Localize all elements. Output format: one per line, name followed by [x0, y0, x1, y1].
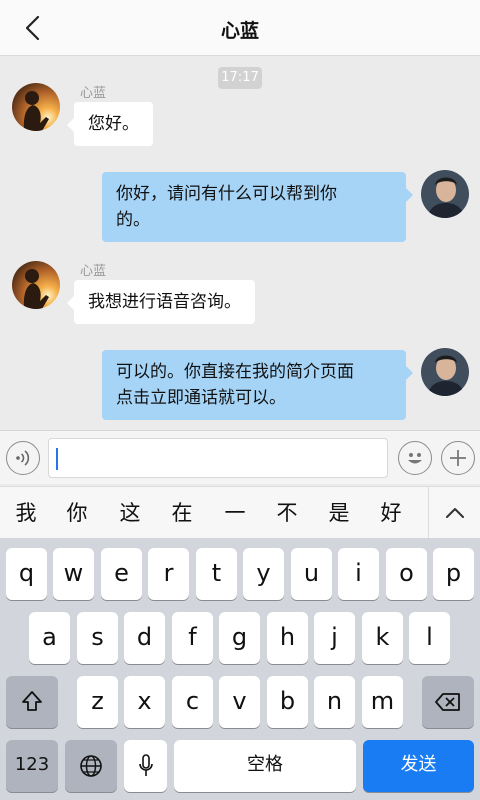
candidate-item[interactable]: 在: [162, 487, 202, 539]
key-o[interactable]: o: [386, 548, 427, 600]
candidate-item[interactable]: 你: [57, 487, 97, 539]
message-text: 你好，请问有什么可以帮到你: [116, 184, 337, 204]
backspace-icon[interactable]: [422, 676, 474, 728]
message-bubble-outgoing[interactable]: 可以的。你直接在我的简介页面 点击立即通话就可以。: [102, 350, 413, 420]
candidate-item[interactable]: 这: [110, 487, 150, 539]
page-title: 心蓝: [220, 20, 259, 42]
key-q[interactable]: q: [6, 548, 47, 600]
keyboard: q w e r t y u i o p a s d f g h j k l z …: [0, 538, 480, 800]
message-bubble-outgoing[interactable]: 你好，请问有什么可以帮到你 的。: [102, 172, 413, 242]
key-k[interactable]: k: [362, 612, 403, 664]
key-f[interactable]: f: [172, 612, 213, 664]
key-s[interactable]: s: [77, 612, 118, 664]
key-a[interactable]: a: [29, 612, 70, 664]
key-r[interactable]: r: [148, 548, 189, 600]
message-text: 的。: [116, 210, 150, 230]
candidate-item[interactable]: 好: [371, 487, 411, 539]
sender-name: 心蓝: [80, 264, 107, 279]
voice-input-icon[interactable]: [6, 441, 40, 475]
message-bubble-incoming[interactable]: 我想进行语音咨询。: [67, 280, 255, 324]
message-input-bar: [0, 430, 480, 484]
key-z[interactable]: z: [77, 676, 118, 728]
key-u[interactable]: u: [291, 548, 332, 600]
candidate-item[interactable]: 是: [319, 487, 359, 539]
key-c[interactable]: c: [172, 676, 213, 728]
numbers-key[interactable]: 123: [6, 740, 58, 792]
user-avatar[interactable]: [421, 170, 469, 218]
plus-icon[interactable]: [441, 441, 475, 475]
shift-icon[interactable]: [6, 676, 58, 728]
emoji-icon[interactable]: [398, 441, 432, 475]
message-text: 您好。: [88, 114, 139, 134]
microphone-icon[interactable]: [124, 740, 167, 792]
key-t[interactable]: t: [196, 548, 237, 600]
key-w[interactable]: w: [53, 548, 94, 600]
key-g[interactable]: g: [219, 612, 260, 664]
key-x[interactable]: x: [124, 676, 165, 728]
user-avatar[interactable]: [421, 348, 469, 396]
candidate-bar: 我 你 这 在 一 不 是 好: [0, 486, 480, 539]
message-text-input[interactable]: [48, 438, 388, 478]
space-key[interactable]: 空格: [174, 740, 356, 792]
timestamp-badge: 17:17: [218, 67, 262, 89]
key-e[interactable]: e: [101, 548, 142, 600]
globe-icon[interactable]: [65, 740, 117, 792]
divider: [428, 487, 429, 539]
key-p[interactable]: p: [433, 548, 474, 600]
candidate-item[interactable]: 我: [6, 487, 46, 539]
key-h[interactable]: h: [267, 612, 308, 664]
chat-area[interactable]: 17:17 心蓝 您好。 你好，请问有什么可以帮到你 的。 心蓝 我想进行语音咨…: [0, 57, 480, 430]
key-m[interactable]: m: [362, 676, 403, 728]
send-button[interactable]: 发送: [363, 740, 474, 792]
key-n[interactable]: n: [314, 676, 355, 728]
message-bubble-incoming[interactable]: 您好。: [67, 102, 153, 146]
key-b[interactable]: b: [267, 676, 308, 728]
key-i[interactable]: i: [338, 548, 379, 600]
text-caret: [56, 448, 58, 470]
chevron-up-icon[interactable]: [430, 487, 480, 539]
key-v[interactable]: v: [219, 676, 260, 728]
key-j[interactable]: j: [314, 612, 355, 664]
sender-name: 心蓝: [80, 86, 107, 101]
contact-avatar[interactable]: [12, 261, 60, 309]
key-l[interactable]: l: [409, 612, 450, 664]
candidate-item[interactable]: 不: [267, 487, 307, 539]
nav-header: 心蓝: [0, 0, 480, 56]
key-y[interactable]: y: [243, 548, 284, 600]
contact-avatar[interactable]: [12, 83, 60, 131]
message-text: 可以的。你直接在我的简介页面: [116, 362, 354, 382]
message-text: 点击立即通话就可以。: [116, 388, 286, 408]
message-text: 我想进行语音咨询。: [88, 292, 241, 312]
key-d[interactable]: d: [124, 612, 165, 664]
candidate-item[interactable]: 一: [215, 487, 255, 539]
